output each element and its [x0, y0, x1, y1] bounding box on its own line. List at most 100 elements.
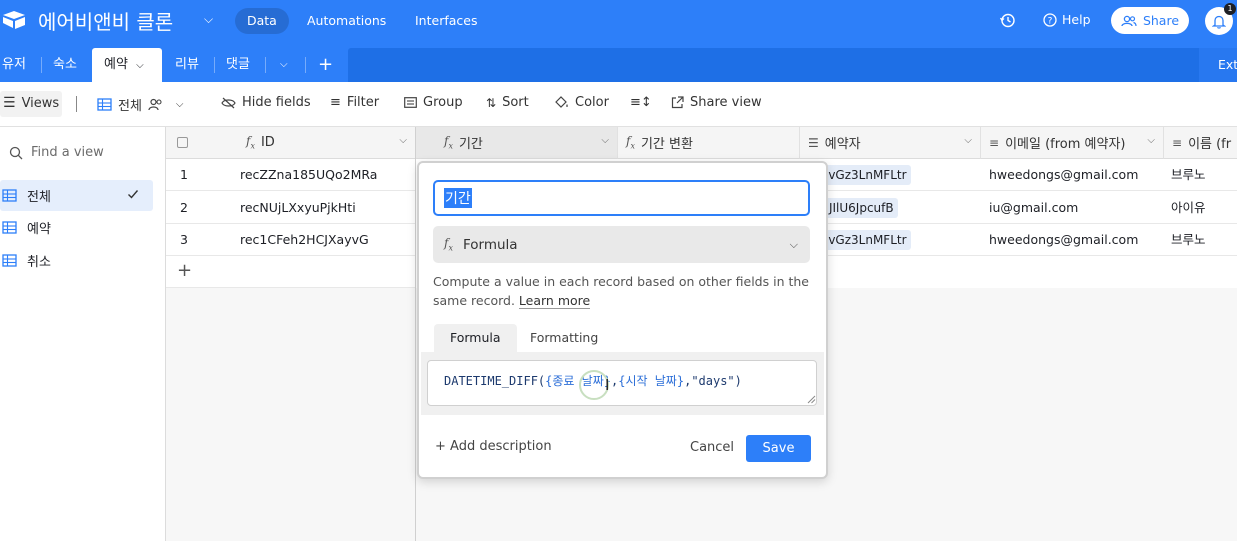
- tab-reservations-label: 예약: [104, 57, 128, 72]
- grid-view-icon: [2, 189, 17, 202]
- tab-formula[interactable]: Formula: [434, 324, 517, 352]
- add-table-plus-icon[interactable]: +: [318, 48, 333, 82]
- column-header-name[interactable]: ≡ 이름 (fr: [1164, 127, 1237, 159]
- column-header-label: 이메일 (from 예약자): [1005, 137, 1126, 152]
- tab-reservations[interactable]: 예약 ⌵: [92, 48, 162, 82]
- history-icon[interactable]: [999, 12, 1016, 29]
- tab-formatting[interactable]: Formatting: [514, 324, 614, 352]
- email-cell[interactable]: iu@gmail.com: [981, 192, 1164, 224]
- tab-divider: [41, 57, 42, 73]
- table-row[interactable]: 1 recZZna185UQo2MRa: [166, 159, 416, 191]
- chevron-down-icon[interactable]: ⌵: [176, 99, 184, 110]
- group-label: Group: [423, 95, 463, 110]
- column-header-email[interactable]: ≡ 이메일 (from 예약자) ⌵: [981, 127, 1164, 159]
- lookup-icon: ≡: [1172, 135, 1183, 150]
- column-header-booker[interactable]: ☰ 예약자 ⌵: [800, 127, 981, 159]
- table-row[interactable]: 3 rec1CFeh2HCJXayvG: [166, 224, 416, 256]
- sidebar-view-cancelled[interactable]: 취소: [0, 245, 153, 276]
- sort-icon: ⇅: [486, 95, 497, 110]
- extensions-label[interactable]: Ext: [1218, 57, 1237, 72]
- find-view-placeholder: Find a view: [31, 145, 104, 160]
- chevron-down-icon[interactable]: ⌵: [964, 135, 972, 146]
- record-id-cell[interactable]: recZZna185UQo2MRa: [240, 159, 377, 190]
- column-header-period-converted[interactable]: fx 기간 변환: [618, 127, 800, 159]
- chevron-down-icon[interactable]: ⌵: [1147, 135, 1155, 146]
- add-description-button[interactable]: + Add description: [435, 439, 552, 454]
- record-id-cell[interactable]: rec1CFeh2HCJXayvG: [240, 224, 369, 255]
- filter-label: Filter: [346, 95, 380, 110]
- find-view-input[interactable]: Find a view: [9, 145, 104, 160]
- external-link-icon: [671, 96, 684, 109]
- toolbar-divider: [76, 96, 77, 112]
- filter-button[interactable]: ≡ Filter: [330, 95, 379, 110]
- frozen-column-divider[interactable]: [415, 127, 416, 541]
- base-title[interactable]: 에어비앤비 클론: [38, 6, 173, 35]
- sidebar-view-label: 전체: [27, 190, 51, 205]
- chevron-down-icon[interactable]: ⌵: [601, 135, 609, 146]
- paint-bucket-icon: [555, 96, 568, 108]
- hide-fields-button[interactable]: Hide fields: [221, 95, 311, 110]
- formula-icon: fx: [246, 134, 255, 151]
- search-icon: [9, 146, 23, 159]
- current-view-button[interactable]: 전체 ⌵: [97, 95, 184, 114]
- sidebar-view-label: 예약: [27, 222, 51, 237]
- color-button[interactable]: Color: [554, 95, 609, 110]
- tab-reviews[interactable]: 리뷰: [175, 48, 199, 82]
- tabbar-strip: [0, 41, 1237, 48]
- add-record-plus-icon[interactable]: +: [166, 256, 416, 288]
- grid-view-icon: [97, 98, 112, 111]
- lookup-icon: ≡: [989, 135, 1000, 150]
- nav-automations[interactable]: Automations: [295, 8, 398, 34]
- nav-data[interactable]: Data: [235, 8, 289, 34]
- tab-comments[interactable]: 댓글: [226, 48, 250, 82]
- select-all-checkbox[interactable]: [177, 137, 188, 148]
- table-row[interactable]: 2 recNUjLXxyuPjkHti: [166, 192, 416, 224]
- filter-icon: ≡: [330, 95, 341, 110]
- row-number: 3: [180, 232, 188, 247]
- field-type-description: Compute a value in each record based on …: [433, 272, 813, 310]
- help-button[interactable]: ? Help: [1043, 12, 1091, 27]
- views-toggle-button[interactable]: ☰ Views: [3, 95, 59, 111]
- chevron-down-icon[interactable]: ⌵: [399, 135, 407, 146]
- cancel-button[interactable]: Cancel: [684, 440, 740, 455]
- save-button[interactable]: Save: [746, 435, 811, 462]
- email-cell[interactable]: hweedongs@gmail.com: [981, 159, 1164, 191]
- row-height-button[interactable]: ≡↕: [630, 95, 652, 110]
- column-header-id[interactable]: fx ID ⌵: [166, 127, 416, 159]
- chevron-down-icon[interactable]: ⌵: [204, 12, 213, 27]
- more-tables-chevron-icon[interactable]: ⌵: [280, 48, 288, 82]
- formula-editor[interactable]: DATETIME_DIFF({종료 날짜},{시작 날짜},"days"): [427, 360, 817, 406]
- current-view-label: 전체: [118, 99, 142, 114]
- sidebar-view-all[interactable]: 전체: [0, 180, 153, 211]
- hamburger-icon: ☰: [3, 95, 16, 111]
- share-button[interactable]: Share: [1111, 7, 1189, 34]
- airtable-logo-icon[interactable]: [2, 10, 26, 30]
- record-id-cell[interactable]: recNUjLXxyuPjkHti: [240, 192, 356, 223]
- email-cell[interactable]: hweedongs@gmail.com: [981, 224, 1164, 256]
- formula-icon: fx: [444, 134, 453, 151]
- formula-function: DATETIME_DIFF(: [444, 374, 546, 388]
- name-cell[interactable]: 브루노: [1164, 224, 1237, 256]
- share-view-button[interactable]: Share view: [671, 95, 762, 110]
- resize-handle-icon[interactable]: [807, 395, 816, 404]
- sidebar-view-reservations[interactable]: 예약: [0, 212, 153, 243]
- tab-users[interactable]: 유저: [2, 48, 26, 82]
- sort-button[interactable]: ⇅ Sort: [486, 95, 529, 110]
- svg-text:?: ?: [1048, 16, 1053, 26]
- notification-badge: 1: [1224, 3, 1236, 15]
- column-header-period[interactable]: fx 기간 ⌵: [416, 127, 618, 159]
- row-number: 1: [180, 167, 188, 182]
- field-type-select[interactable]: fx Formula ⌵: [433, 226, 810, 263]
- tab-listings[interactable]: 숙소: [53, 48, 77, 82]
- nav-interfaces[interactable]: Interfaces: [403, 8, 489, 34]
- color-label: Color: [575, 95, 609, 110]
- name-cell[interactable]: 브루노: [1164, 159, 1237, 191]
- field-name-input[interactable]: 기간: [433, 180, 810, 216]
- name-cell[interactable]: 아이유: [1164, 192, 1237, 224]
- eye-slash-icon: [221, 97, 236, 108]
- chevron-down-icon[interactable]: ⌵: [136, 60, 144, 71]
- group-button[interactable]: Group: [404, 95, 463, 110]
- learn-more-link[interactable]: Learn more: [518, 293, 591, 309]
- field-name-value: 기간: [444, 188, 472, 208]
- grid-view-icon: [2, 221, 17, 234]
